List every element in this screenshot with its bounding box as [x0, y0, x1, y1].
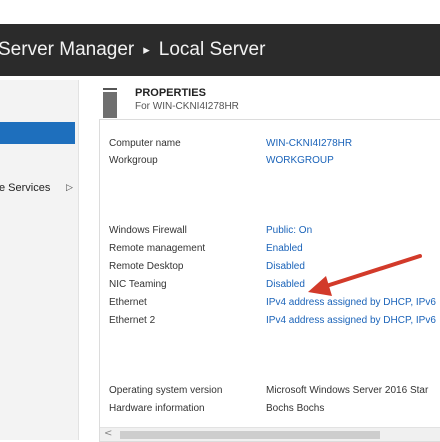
property-value-link[interactable]: IPv4 address assigned by DHCP, IPv6	[266, 315, 436, 326]
property-label: Operating system version	[109, 385, 223, 396]
breadcrumb-separator: ▸	[143, 42, 150, 57]
breadcrumb: Server Manager ▸ Local Server	[0, 24, 440, 76]
property-value-link[interactable]: Enabled	[266, 243, 303, 254]
property-value-link[interactable]: WORKGROUP	[266, 155, 334, 166]
property-value-link[interactable]: WIN-CKNI4I278HR	[266, 138, 352, 149]
property-value: Bochs Bochs	[266, 403, 325, 414]
property-value-link[interactable]: IPv4 address assigned by DHCP, IPv6	[266, 297, 436, 308]
left-nav-pane: e Services ▷	[0, 80, 79, 440]
nav-item-file-storage-services[interactable]: e Services ▷	[0, 182, 78, 198]
property-value-link[interactable]: Public: On	[266, 225, 312, 236]
property-value-link[interactable]: Disabled	[266, 261, 305, 272]
properties-title: PROPERTIES	[135, 87, 206, 99]
scrollbar-thumb[interactable]	[120, 431, 380, 439]
chevron-right-icon: ▷	[66, 182, 73, 192]
property-value: Microsoft Windows Server 2016 Star	[266, 385, 429, 396]
property-label: Ethernet 2	[109, 315, 156, 326]
app-title[interactable]: Server Manager	[0, 39, 134, 61]
main-content: PROPERTIES For WIN-CKNI4I278HR Computer …	[79, 80, 440, 442]
nav-item-selected[interactable]	[0, 122, 75, 144]
property-label: NIC Teaming	[109, 279, 167, 290]
server-icon	[103, 88, 117, 118]
properties-panel: Computer name WIN-CKNI4I278HR Workgroup …	[99, 119, 440, 442]
property-label: Windows Firewall	[109, 225, 187, 236]
properties-subtitle: For WIN-CKNI4I278HR	[135, 101, 239, 112]
property-label: Computer name	[109, 138, 181, 149]
property-label: Remote Desktop	[109, 261, 184, 272]
property-label: Ethernet	[109, 297, 147, 308]
nav-item-label: e Services	[0, 182, 51, 194]
property-value-link[interactable]: Disabled	[266, 279, 305, 290]
property-label: Hardware information	[109, 403, 205, 414]
chevron-left-icon[interactable]: <	[104, 428, 112, 439]
property-label: Remote management	[109, 243, 206, 254]
page-title: Local Server	[158, 39, 266, 60]
property-label: Workgroup	[109, 155, 158, 166]
